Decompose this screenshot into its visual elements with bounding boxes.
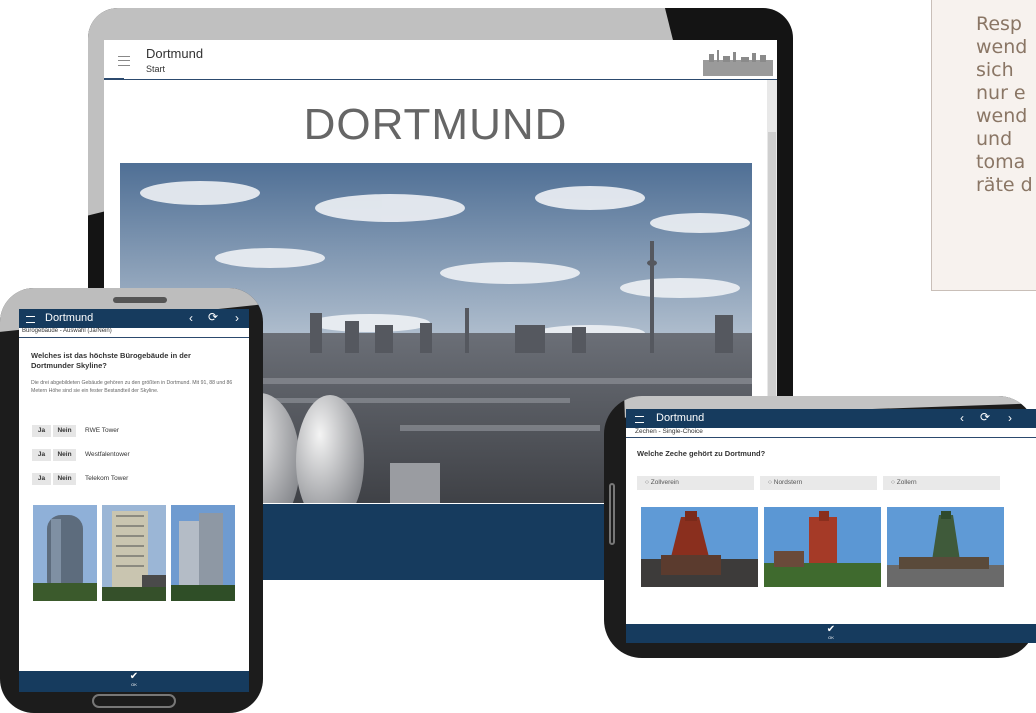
tablet-app-title: Dortmund [146,46,204,61]
small-tablet-ok-bar[interactable]: ✔ OK [626,624,1036,643]
radio-icon[interactable]: ○ [768,479,772,486]
nordstern-photo [764,507,881,587]
zollern-photo [887,507,1004,587]
question-text: Welches ist das höchste Bürogebäude in d… [31,351,191,370]
ok-label[interactable]: OK [19,682,249,687]
info-note-text: Resp wend sich nur e wend und toma räte … [976,13,1033,196]
refresh-icon[interactable]: ⟳ [208,310,218,324]
zollverein-photo [641,507,758,587]
phone-breadcrumb: Bürogebäude - Auswahl (Ja/Nein) [19,328,249,338]
choice-label: Nordstern [773,479,803,486]
telekom-tower-photo [171,505,235,601]
phone-home-button[interactable] [92,694,176,708]
question-description: Die drei abgebildeten Gebäude gehören zu… [31,380,233,394]
yes-button[interactable]: Ja [32,425,51,437]
small-tablet-breadcrumb: Zechen - Single-Choice [626,428,1036,438]
choice-label: Zollverein [650,479,679,486]
menu-icon[interactable] [635,416,644,423]
page-title: DORTMUND [303,100,568,149]
tablet-breadcrumb: Start [146,64,166,74]
chevron-right-icon[interactable]: › [1008,411,1012,425]
choice-option[interactable]: ○ Zollverein [637,476,754,490]
no-button[interactable]: Nein [53,473,76,485]
westfalentower-photo [102,505,166,601]
info-note-box: Resp wend sich nur e wend und toma räte … [931,0,1036,291]
rwe-tower-photo [33,505,97,601]
phone-app-header: Dortmund ‹ ⟳ › [19,309,249,328]
checkmark-icon[interactable]: ✔ [626,624,1036,635]
yes-button[interactable]: Ja [32,473,51,485]
choice-option[interactable]: ○ Zollern [883,476,1000,490]
header-underline [104,78,124,80]
chevron-left-icon[interactable]: ‹ [189,311,193,325]
menu-icon[interactable] [118,56,130,66]
small-tablet-screen: Dortmund ‹ ⟳ › Zechen - Single-Choice We… [626,409,1036,643]
phone-speaker [113,297,167,303]
no-button[interactable]: Nein [53,449,76,461]
phone-screen: Dortmund ‹ ⟳ › Bürogebäude - Auswahl (Ja… [19,309,249,692]
radio-icon[interactable]: ○ [891,479,895,486]
refresh-icon[interactable]: ⟳ [980,410,990,424]
chevron-left-icon[interactable]: ‹ [960,411,964,425]
answer-label: RWE Tower [85,427,120,434]
skyline-logo-icon [703,50,773,76]
small-tablet-app-header: Dortmund ‹ ⟳ › [626,409,1036,428]
answer-label: Telekom Tower [85,475,129,482]
no-button[interactable]: Nein [53,425,76,437]
choice-option[interactable]: ○ Nordstern [760,476,877,490]
answer-label: Westfalentower [85,451,130,458]
question-text: Welche Zeche gehört zu Dortmund? [637,449,766,458]
small-tablet-app-title: Dortmund [656,412,705,424]
menu-icon[interactable] [26,316,35,323]
radio-icon[interactable]: ○ [645,479,649,486]
tablet-app-header: Dortmund Start [104,40,777,80]
chevron-right-icon[interactable]: › [235,311,239,325]
ok-label[interactable]: OK [626,635,1036,640]
phone-ok-bar[interactable]: ✔ OK [19,671,249,692]
phone-app-title: Dortmund [45,312,94,324]
choice-label: Zollern [896,479,917,486]
checkmark-icon[interactable]: ✔ [19,671,249,682]
small-tablet-home-button[interactable] [609,483,615,545]
yes-button[interactable]: Ja [32,449,51,461]
